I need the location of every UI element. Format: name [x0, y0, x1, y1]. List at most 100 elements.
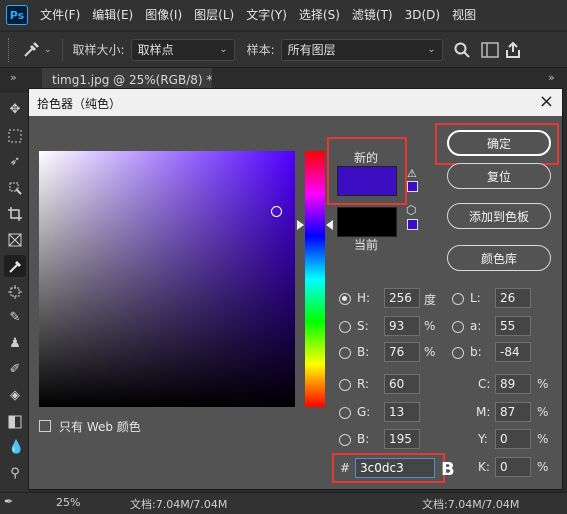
- saturation-label: S:: [357, 319, 369, 333]
- lab-a-input[interactable]: 55: [495, 316, 531, 336]
- radio-saturation[interactable]: [339, 321, 351, 333]
- menu-filter[interactable]: 滤镜(T): [346, 0, 399, 30]
- yellow-label: Y:: [478, 432, 488, 446]
- search-icon[interactable]: [453, 41, 471, 59]
- hue-unit: 度: [424, 293, 437, 307]
- menu-view[interactable]: 视图: [446, 0, 482, 30]
- hex-label: #: [340, 461, 351, 475]
- saturation-unit: %: [424, 319, 436, 333]
- radio-brightness[interactable]: [339, 347, 351, 359]
- menu-3d[interactable]: 3D(D): [399, 0, 446, 30]
- radio-red[interactable]: [339, 379, 351, 391]
- web-only-checkbox[interactable]: [39, 420, 51, 432]
- web-safe-color-chip[interactable]: [407, 219, 418, 230]
- share-icon[interactable]: [505, 41, 521, 59]
- gradient-tool-icon[interactable]: [8, 415, 22, 429]
- hue-slider[interactable]: [305, 151, 325, 407]
- radio-lab-b[interactable]: [452, 347, 464, 359]
- dialog-title: 拾色器（纯色）: [37, 97, 122, 111]
- lab-l-input[interactable]: 26: [495, 288, 531, 308]
- hue-input[interactable]: 256: [384, 288, 420, 308]
- zoom-level[interactable]: 25%: [56, 496, 80, 509]
- sample-value: 所有图层: [287, 43, 336, 57]
- black-unit: %: [537, 460, 549, 474]
- out-of-gamut-warning-icon[interactable]: ⚠: [407, 167, 417, 180]
- menu-file[interactable]: 文件(F): [34, 0, 86, 30]
- reset-button[interactable]: 复位: [447, 163, 551, 189]
- yellow-input[interactable]: 0: [495, 429, 531, 449]
- marquee-tool-icon[interactable]: [8, 129, 22, 143]
- cyan-input[interactable]: 89: [495, 374, 531, 394]
- healing-brush-icon[interactable]: [8, 285, 22, 299]
- brightness-input[interactable]: 76: [384, 342, 420, 362]
- photoshop-logo: Ps: [6, 5, 28, 25]
- move-tool-icon[interactable]: ✥: [8, 103, 22, 117]
- chevron-down-icon: ⌄: [219, 44, 228, 55]
- radio-hue[interactable]: [339, 293, 351, 305]
- ok-button[interactable]: 确定: [447, 130, 551, 156]
- eyedropper-preset-icon[interactable]: ⌄: [22, 41, 52, 59]
- options-bar: ⌄ 取样大小: 取样点 ⌄ 样本: 所有图层 ⌄: [0, 31, 567, 67]
- lasso-tool-icon[interactable]: ➶: [8, 155, 22, 169]
- brush-tool-icon[interactable]: ✎: [8, 311, 22, 325]
- lab-a-label: a:: [470, 319, 482, 333]
- blur-tool-icon[interactable]: 💧: [8, 441, 24, 455]
- close-icon[interactable]: ×: [539, 92, 554, 112]
- options-grip: [8, 37, 18, 62]
- new-color-swatch: [337, 166, 397, 196]
- sample-select[interactable]: 所有图层 ⌄: [280, 38, 443, 61]
- workspace-icon[interactable]: [480, 41, 499, 58]
- web-safe-cube-icon[interactable]: ⬡: [406, 203, 416, 217]
- menu-bar: Ps 文件(F) 编辑(E) 图像(I) 图层(L) 文字(Y) 选择(S) 滤…: [0, 0, 567, 30]
- color-picker-dialog: 拾色器（纯色） × 新的 当前 ⚠ ⬡ 确定 复位 添加到色板 颜色库 H: 2…: [28, 88, 563, 490]
- cyan-unit: %: [537, 377, 549, 391]
- radio-lightness[interactable]: [452, 293, 464, 305]
- dodge-tool-icon[interactable]: ⚲: [8, 467, 22, 481]
- hue-slider-right-handle[interactable]: [326, 219, 333, 230]
- green-input[interactable]: 13: [384, 402, 420, 422]
- clone-stamp-icon[interactable]: ♟: [8, 337, 22, 351]
- red-input[interactable]: 60: [384, 374, 420, 394]
- status-bar: ✒ 25% 文档:7.04M/7.04M 文档:7.04M/7.04M: [0, 492, 567, 514]
- lab-b-input[interactable]: -84: [495, 342, 531, 362]
- magenta-input[interactable]: 87: [495, 402, 531, 422]
- hex-input[interactable]: [355, 458, 435, 478]
- blue-label: B:: [357, 432, 370, 446]
- pen-tool-icon[interactable]: ✒: [4, 495, 13, 508]
- add-to-swatches-button[interactable]: 添加到色板: [447, 203, 551, 229]
- current-color-swatch[interactable]: [337, 207, 397, 237]
- yellow-unit: %: [537, 432, 549, 446]
- toolbar-collapse-icon[interactable]: »: [10, 71, 17, 84]
- new-color-label: 新的: [353, 151, 378, 165]
- frame-tool-icon[interactable]: [8, 233, 22, 247]
- blue-input[interactable]: 195: [384, 429, 420, 449]
- document-info-right: 文档:7.04M/7.04M: [422, 498, 520, 511]
- menu-type[interactable]: 文字(Y): [240, 0, 293, 30]
- saturation-input[interactable]: 93: [384, 316, 420, 336]
- radio-blue[interactable]: [339, 434, 351, 446]
- menu-image[interactable]: 图像(I): [139, 0, 188, 30]
- menu-edit[interactable]: 编辑(E): [86, 0, 139, 30]
- eraser-tool-icon[interactable]: ◈: [8, 389, 22, 403]
- crop-tool-icon[interactable]: [8, 207, 22, 221]
- eyedropper-tool-icon[interactable]: [4, 255, 26, 277]
- options-divider: [61, 38, 63, 61]
- radio-lab-a[interactable]: [452, 321, 464, 333]
- black-input[interactable]: 0: [495, 457, 531, 477]
- cyan-label: C:: [478, 377, 491, 391]
- brightness-label: B:: [357, 345, 370, 359]
- panel-collapse-icon[interactable]: »: [548, 71, 555, 84]
- color-field[interactable]: [39, 151, 295, 407]
- document-tab-title: timg1.jpg @ 25%(RGB/8) *: [52, 73, 213, 87]
- dialog-title-bar: 拾色器（纯色） ×: [29, 89, 562, 116]
- menu-layer[interactable]: 图层(L): [188, 0, 240, 30]
- menu-select[interactable]: 选择(S): [293, 0, 346, 30]
- magenta-label: M:: [476, 405, 491, 419]
- quick-select-tool-icon[interactable]: [8, 181, 22, 195]
- history-brush-icon[interactable]: ✐: [8, 363, 22, 377]
- radio-green[interactable]: [339, 407, 351, 419]
- hue-slider-left-handle[interactable]: [297, 219, 304, 230]
- color-libraries-button[interactable]: 颜色库: [447, 245, 551, 271]
- gamut-color-chip[interactable]: [407, 181, 418, 192]
- sample-size-select[interactable]: 取样点 ⌄: [130, 38, 235, 61]
